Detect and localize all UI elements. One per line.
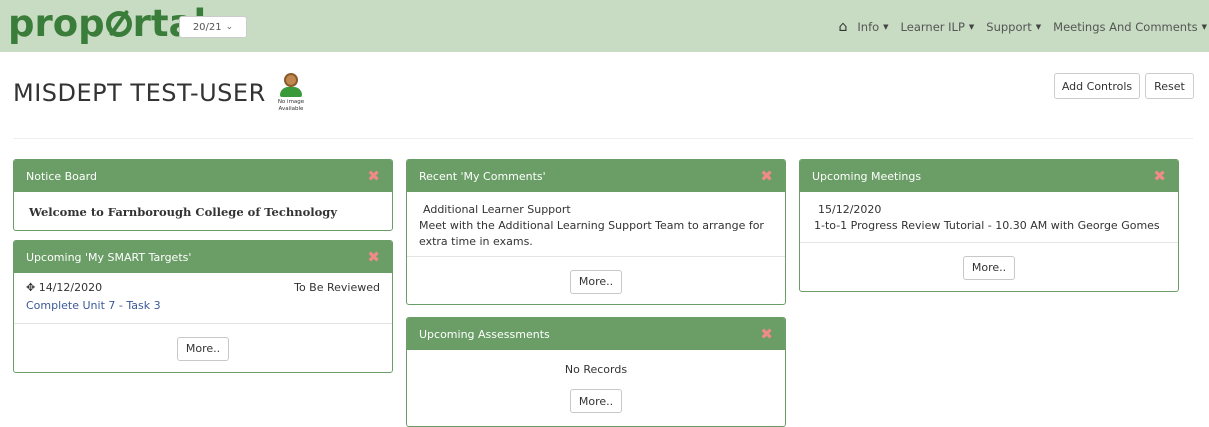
divider	[13, 138, 1193, 139]
meeting-date: 15/12/2020	[814, 202, 1166, 218]
nav-item-learner-ilp-label: Learner ILP	[901, 20, 965, 34]
target-link[interactable]: Complete Unit 7 - Task 3	[26, 299, 380, 312]
home-icon[interactable]: ⌂	[839, 19, 848, 35]
meeting-text: 1-to-1 Progress Review Tutorial - 10.30 …	[814, 218, 1166, 234]
assessments-more-button[interactable]: More..	[570, 389, 622, 413]
avatar-body	[280, 87, 302, 97]
target-item: ✥ 14/12/2020 To Be Reviewed Complete Uni…	[14, 273, 392, 323]
page-title: MISDEPT TEST-USER	[13, 79, 266, 107]
logo-text-start: prop	[8, 2, 105, 45]
caret-down-icon: ▼	[1036, 23, 1041, 31]
academic-year-dropdown[interactable]: 20/21 ⌄	[179, 16, 247, 38]
target-date-row: ✥ 14/12/2020	[26, 281, 102, 294]
avatar: No imageAvailable	[274, 71, 308, 123]
more-row: More..	[800, 242, 1178, 292]
logo-o-mark	[106, 11, 132, 37]
avatar-head	[284, 73, 298, 87]
comment-heading: Additional Learner Support	[419, 202, 773, 218]
nav-item-info[interactable]: Info ▼	[857, 20, 888, 34]
close-icon[interactable]: ✖	[1153, 169, 1166, 184]
panel-title: Upcoming Meetings	[812, 170, 921, 183]
nav-item-support-label: Support	[986, 20, 1031, 34]
panel-title: Upcoming 'My SMART Targets'	[26, 251, 191, 264]
target-status: To Be Reviewed	[294, 281, 380, 294]
close-icon[interactable]: ✖	[760, 169, 773, 184]
top-navbar: proprtal 20/21 ⌄ ⌂ Info ▼ Learner ILP ▼ Su…	[0, 0, 1209, 52]
nav-item-meetings-comments-label: Meetings And Comments	[1053, 20, 1197, 34]
meetings-more-button[interactable]: More..	[963, 256, 1015, 280]
panel-header: Upcoming 'My SMART Targets' ✖	[14, 241, 392, 273]
more-row: More..	[407, 389, 785, 413]
nav-item-meetings-comments[interactable]: Meetings And Comments ▼	[1053, 20, 1207, 34]
more-row: More..	[407, 256, 785, 305]
meetings-panel: Upcoming Meetings ✖ 15/12/2020 1-to-1 Pr…	[799, 159, 1179, 292]
comment-text: Meet with the Additional Learning Suppor…	[419, 218, 773, 250]
panel-header: Notice Board ✖	[14, 160, 392, 192]
close-icon[interactable]: ✖	[760, 327, 773, 342]
targets-more-button[interactable]: More..	[177, 337, 229, 361]
caret-down-icon: ▼	[883, 23, 888, 31]
reset-button[interactable]: Reset	[1145, 73, 1194, 99]
avatar-caption: No imageAvailable	[274, 99, 308, 113]
add-controls-button[interactable]: Add Controls	[1054, 73, 1140, 99]
panel-title: Upcoming Assessments	[419, 328, 550, 341]
caret-down-icon: ▼	[969, 23, 974, 31]
smart-targets-panel: Upcoming 'My SMART Targets' ✖ ✥ 14/12/20…	[13, 240, 393, 373]
chevron-down-icon: ⌄	[226, 22, 234, 32]
notice-message: Welcome to Farnborough College of Techno…	[14, 192, 392, 231]
panel-header: Upcoming Meetings ✖	[800, 160, 1178, 192]
caret-down-icon: ▼	[1202, 23, 1207, 31]
nav-item-info-label: Info	[857, 20, 879, 34]
comment-item: Additional Learner Support Meet with the…	[407, 192, 785, 256]
proportal-logo[interactable]: proprtal	[8, 4, 206, 44]
nav-item-support[interactable]: Support ▼	[986, 20, 1041, 34]
target-date: 14/12/2020	[39, 281, 102, 294]
panel-title: Recent 'My Comments'	[419, 170, 546, 183]
comments-more-button[interactable]: More..	[570, 270, 622, 294]
academic-year-value: 20/21	[193, 22, 222, 33]
close-icon[interactable]: ✖	[367, 169, 380, 184]
panel-header: Recent 'My Comments' ✖	[407, 160, 785, 192]
close-icon[interactable]: ✖	[367, 250, 380, 265]
assessments-panel: Upcoming Assessments ✖ No Records More..	[406, 317, 786, 427]
move-icon[interactable]: ✥	[26, 281, 35, 294]
notice-board-panel: Notice Board ✖ Welcome to Farnborough Co…	[13, 159, 393, 231]
meeting-item: 15/12/2020 1-to-1 Progress Review Tutori…	[800, 192, 1178, 242]
main-nav: ⌂ Info ▼ Learner ILP ▼ Support ▼ Meetings A…	[839, 16, 1209, 38]
panel-title: Notice Board	[26, 170, 97, 183]
more-row: More..	[14, 323, 392, 373]
panel-header: Upcoming Assessments ✖	[407, 318, 785, 350]
comments-panel: Recent 'My Comments' ✖ Additional Learne…	[406, 159, 786, 305]
nav-item-learner-ilp[interactable]: Learner ILP ▼	[901, 20, 975, 34]
no-records-text: No Records	[407, 350, 785, 376]
